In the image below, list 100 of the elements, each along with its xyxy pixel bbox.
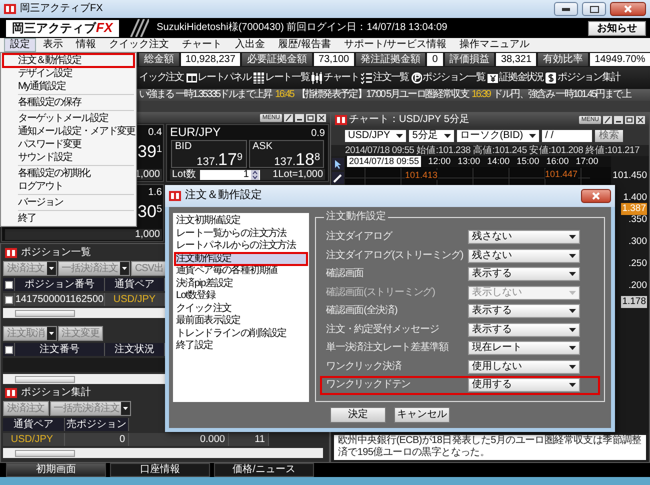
category-item[interactable]: レートパネルからの注文方法 (175, 240, 307, 252)
dropdown-value: 表示しない (472, 286, 522, 299)
minimize-panel-icon[interactable] (614, 116, 623, 124)
menu-item[interactable]: 操作マニュアル (454, 38, 536, 52)
toolbar-button[interactable]: 注文一覧 (361, 72, 409, 84)
dropdown-field[interactable]: 表示する (468, 304, 580, 318)
lot-input[interactable]: 1 (200, 170, 260, 180)
menu-item[interactable]: ターゲットメール設定 (3, 112, 134, 125)
menu-item[interactable]: サウンド設定 (3, 151, 134, 164)
menu-item[interactable]: 注文＆動作設定 (3, 54, 134, 67)
news-time: 16:39 (472, 89, 490, 101)
select-all-checkbox[interactable] (4, 346, 12, 354)
dropdown-field[interactable]: 5分足 (409, 130, 454, 142)
close-button[interactable] (610, 2, 646, 16)
screen-tab[interactable]: 初期画面 (6, 463, 106, 477)
menu-item[interactable]: 各種設定の初期化 (3, 167, 134, 180)
toolbar-button[interactable]: ポジション一覧 (410, 72, 485, 84)
toolbar-button[interactable]: イック注文 (139, 72, 184, 84)
dropdown-field[interactable]: 使用する (468, 378, 580, 392)
toolbar-button[interactable]: レート一覧 (252, 72, 310, 84)
notice-button[interactable]: お知らせ (588, 20, 646, 36)
screen-tab[interactable]: 口座情報 (110, 463, 210, 477)
menu-item[interactable]: 入出金 (229, 38, 271, 52)
summary-value: 0 (427, 53, 443, 66)
select-all-checkbox[interactable] (4, 280, 12, 288)
column-header: ポジション番号 (15, 278, 105, 291)
category-item[interactable]: 決済pip差設定 (175, 278, 307, 290)
menu-item[interactable]: 通知メール設定・メアド変更 (3, 125, 134, 138)
dropdown-field[interactable]: 表示する (468, 267, 580, 282)
menu-item[interactable]: 設定 (4, 38, 36, 52)
toolbar-button[interactable]: レートパネル (186, 72, 251, 84)
category-item[interactable]: トレンドラインの削除設定 (175, 328, 307, 340)
caret-icon (569, 309, 576, 314)
minimize-button[interactable] (554, 2, 578, 16)
dropdown-field[interactable]: USD/JPY (345, 130, 406, 142)
category-item[interactable]: 最前面表示設定 (175, 315, 307, 328)
fx-logo-icon (4, 4, 16, 14)
panel-title: チャート：USD/JPY 5分足 (349, 114, 470, 126)
scrollbar-thumb[interactable] (15, 310, 75, 316)
minimize-panel-icon[interactable] (295, 114, 304, 122)
close-button[interactable] (581, 189, 611, 203)
menu-item[interactable]: クイック注文 (103, 38, 175, 52)
date-field[interactable]: / / (542, 130, 592, 142)
dropdown-field[interactable]: ローソク(BID) (456, 130, 540, 142)
menu-item[interactable]: パスワード変更 (3, 138, 134, 151)
screen-tab[interactable]: 価格/ニュース (214, 463, 314, 477)
spread-value: 0.4 (148, 126, 162, 139)
dropdown-field[interactable]: 残さない (468, 248, 580, 263)
pin-panel-icon[interactable] (284, 114, 293, 122)
fx-logo-icon (5, 388, 17, 398)
maximize-icon (590, 6, 598, 12)
dropdown-field[interactable]: 現在レート (468, 341, 580, 356)
maximize-button[interactable] (582, 2, 606, 16)
menu-item[interactable]: バージョン (3, 196, 134, 209)
menu-item[interactable]: デザイン設定 (3, 67, 134, 80)
spinner-icon[interactable] (250, 170, 259, 180)
price-axis-label: .250 (628, 258, 647, 270)
menu-item[interactable]: 履歴/報告書 (272, 38, 337, 52)
dialog-button[interactable]: キャンセル (394, 407, 450, 423)
search-button[interactable]: 検索 (595, 130, 624, 142)
candlestick-icon (311, 72, 322, 84)
category-item[interactable]: 注文初期値設定 (175, 215, 307, 228)
currency-pair: EUR/JPY (170, 126, 221, 139)
toolbar-button[interactable]: 証拠金状況 (486, 72, 544, 84)
category-item[interactable]: レート一覧からの注文方法 (175, 228, 307, 240)
ohlc-readout: 2014/07/18 09:55 始値:101.238 高値:101.245 安値:101.208 終値:101.217 (331, 145, 649, 156)
time-axis-label: 14:00 (487, 156, 510, 168)
toolbar-button[interactable]: チャート (311, 72, 360, 84)
menu-item[interactable]: サポート/サービス情報 (338, 38, 453, 52)
menu-item[interactable]: 表示 (37, 38, 69, 52)
category-item[interactable]: 終了設定 (175, 340, 307, 352)
menu-item[interactable]: 終了 (3, 212, 134, 225)
row-checkbox[interactable] (4, 296, 12, 304)
time-axis-label: 16:00 (546, 156, 569, 168)
dropdown-field[interactable]: 残さない (468, 230, 580, 244)
horizontal-scrollbar[interactable] (3, 448, 323, 458)
maximize-panel-icon[interactable] (625, 116, 634, 124)
pin-panel-icon[interactable] (603, 116, 612, 124)
dropdown-field[interactable]: 使用しない (468, 360, 580, 374)
category-item[interactable]: Lot数登録 (175, 290, 307, 302)
menu-item[interactable]: ログアウト (3, 180, 134, 193)
menu-item[interactable]: 情報 (70, 38, 102, 52)
close-panel-icon[interactable] (636, 116, 645, 124)
close-panel-icon[interactable] (317, 114, 326, 122)
cursor-tool-icon[interactable] (332, 158, 344, 170)
spread-value: 1.6 (148, 186, 162, 199)
menu-item[interactable]: チャート (176, 38, 228, 52)
category-item[interactable]: クイック注文 (175, 302, 307, 315)
toolbar-button[interactable]: ポジション集計 (545, 72, 620, 84)
pen-tool-icon[interactable] (332, 172, 344, 184)
dialog-button[interactable]: 決定 (330, 407, 386, 423)
fx-logo-icon (169, 191, 181, 201)
scrollbar-thumb[interactable] (15, 450, 75, 456)
maximize-panel-icon[interactable] (306, 114, 315, 122)
dropdown-value: 残さない (472, 250, 512, 262)
scrollbar-thumb[interactable] (15, 376, 75, 382)
dialog-title: 注文＆動作設定 (185, 189, 262, 203)
dropdown-field[interactable]: 表示する (468, 322, 580, 337)
menu-item[interactable]: My通貨設定 (3, 80, 134, 93)
menu-item[interactable]: 各種設定の保存 (3, 96, 134, 109)
